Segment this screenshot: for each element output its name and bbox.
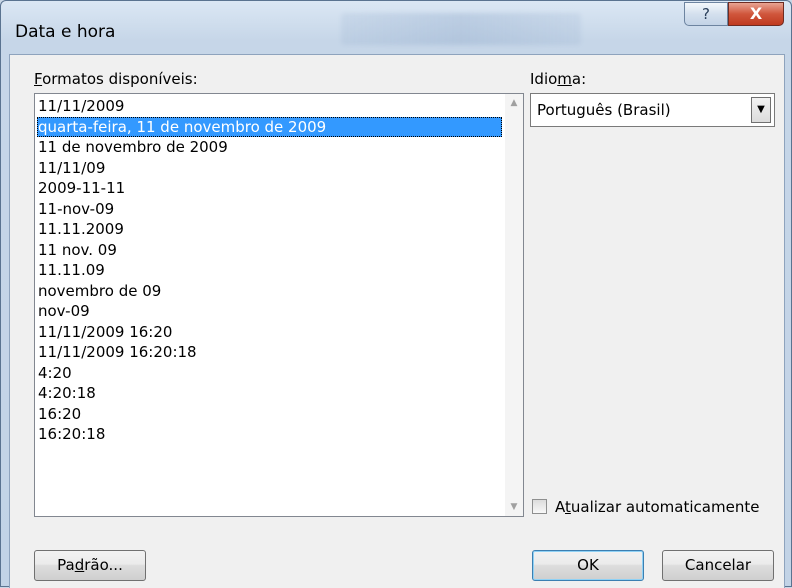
auto-update-checkbox[interactable] — [532, 499, 547, 514]
close-button[interactable]: X — [728, 2, 784, 26]
format-list-item[interactable]: nov-09 — [37, 301, 502, 322]
chevron-down-icon[interactable]: ▼ — [751, 97, 771, 123]
window-title: Data e hora — [15, 22, 116, 42]
auto-update-label[interactable]: Atualizar automaticamente — [555, 497, 759, 517]
language-label: Idioma: — [530, 70, 587, 88]
close-icon: X — [749, 4, 763, 23]
set-default-button[interactable]: Padrão... — [34, 550, 146, 581]
background-blur — [341, 13, 581, 45]
format-list-item[interactable]: 11/11/2009 — [37, 96, 502, 117]
formats-label: Formatos disponíveis: — [34, 70, 198, 88]
format-list-item[interactable]: novembro de 09 — [37, 281, 502, 302]
format-list-item[interactable]: 11 de novembro de 2009 — [37, 137, 502, 158]
format-list-item[interactable]: 4:20 — [37, 363, 502, 384]
formats-list: 11/11/2009 quarta-feira, 11 de novembro d… — [37, 96, 502, 445]
scroll-up-arrow-icon[interactable]: ▲ — [505, 94, 523, 112]
dialog-window: Data e hora ? X Formatos disponíveis: 11… — [0, 0, 792, 588]
title-bar[interactable]: Data e hora ? X — [1, 1, 791, 53]
language-dropdown[interactable]: Português (Brasil) ▼ — [530, 93, 775, 127]
format-list-item[interactable]: 11.11.09 — [37, 260, 502, 281]
format-list-item[interactable]: 11/11/2009 16:20:18 — [37, 342, 502, 363]
format-list-item[interactable]: 11/11/09 — [37, 158, 502, 179]
ok-button[interactable]: OK — [532, 550, 644, 581]
question-icon: ? — [702, 5, 710, 23]
cancel-button[interactable]: Cancelar — [662, 550, 774, 581]
format-list-item[interactable]: quarta-feira, 11 de novembro de 2009 — [37, 116, 502, 137]
help-button[interactable]: ? — [684, 2, 728, 26]
format-list-item[interactable]: 16:20:18 — [37, 424, 502, 445]
vertical-scrollbar[interactable]: ▲ ▼ — [505, 94, 523, 516]
formats-listbox[interactable]: 11/11/2009 quarta-feira, 11 de novembro d… — [34, 93, 524, 517]
format-list-item[interactable]: 2009-11-11 — [37, 178, 502, 199]
format-list-item[interactable]: 11/11/2009 16:20 — [37, 322, 502, 343]
format-list-item[interactable]: 16:20 — [37, 404, 502, 425]
format-list-item[interactable]: 11.11.2009 — [37, 219, 502, 240]
format-list-item[interactable]: 4:20:18 — [37, 383, 502, 404]
dialog-body: Formatos disponíveis: 11/11/2009 quarta-f… — [9, 54, 785, 588]
language-value: Português (Brasil) — [537, 101, 671, 119]
format-list-item[interactable]: 11 nov. 09 — [37, 240, 502, 261]
format-list-item[interactable]: 11-nov-09 — [37, 199, 502, 220]
scroll-down-arrow-icon[interactable]: ▼ — [505, 498, 523, 516]
